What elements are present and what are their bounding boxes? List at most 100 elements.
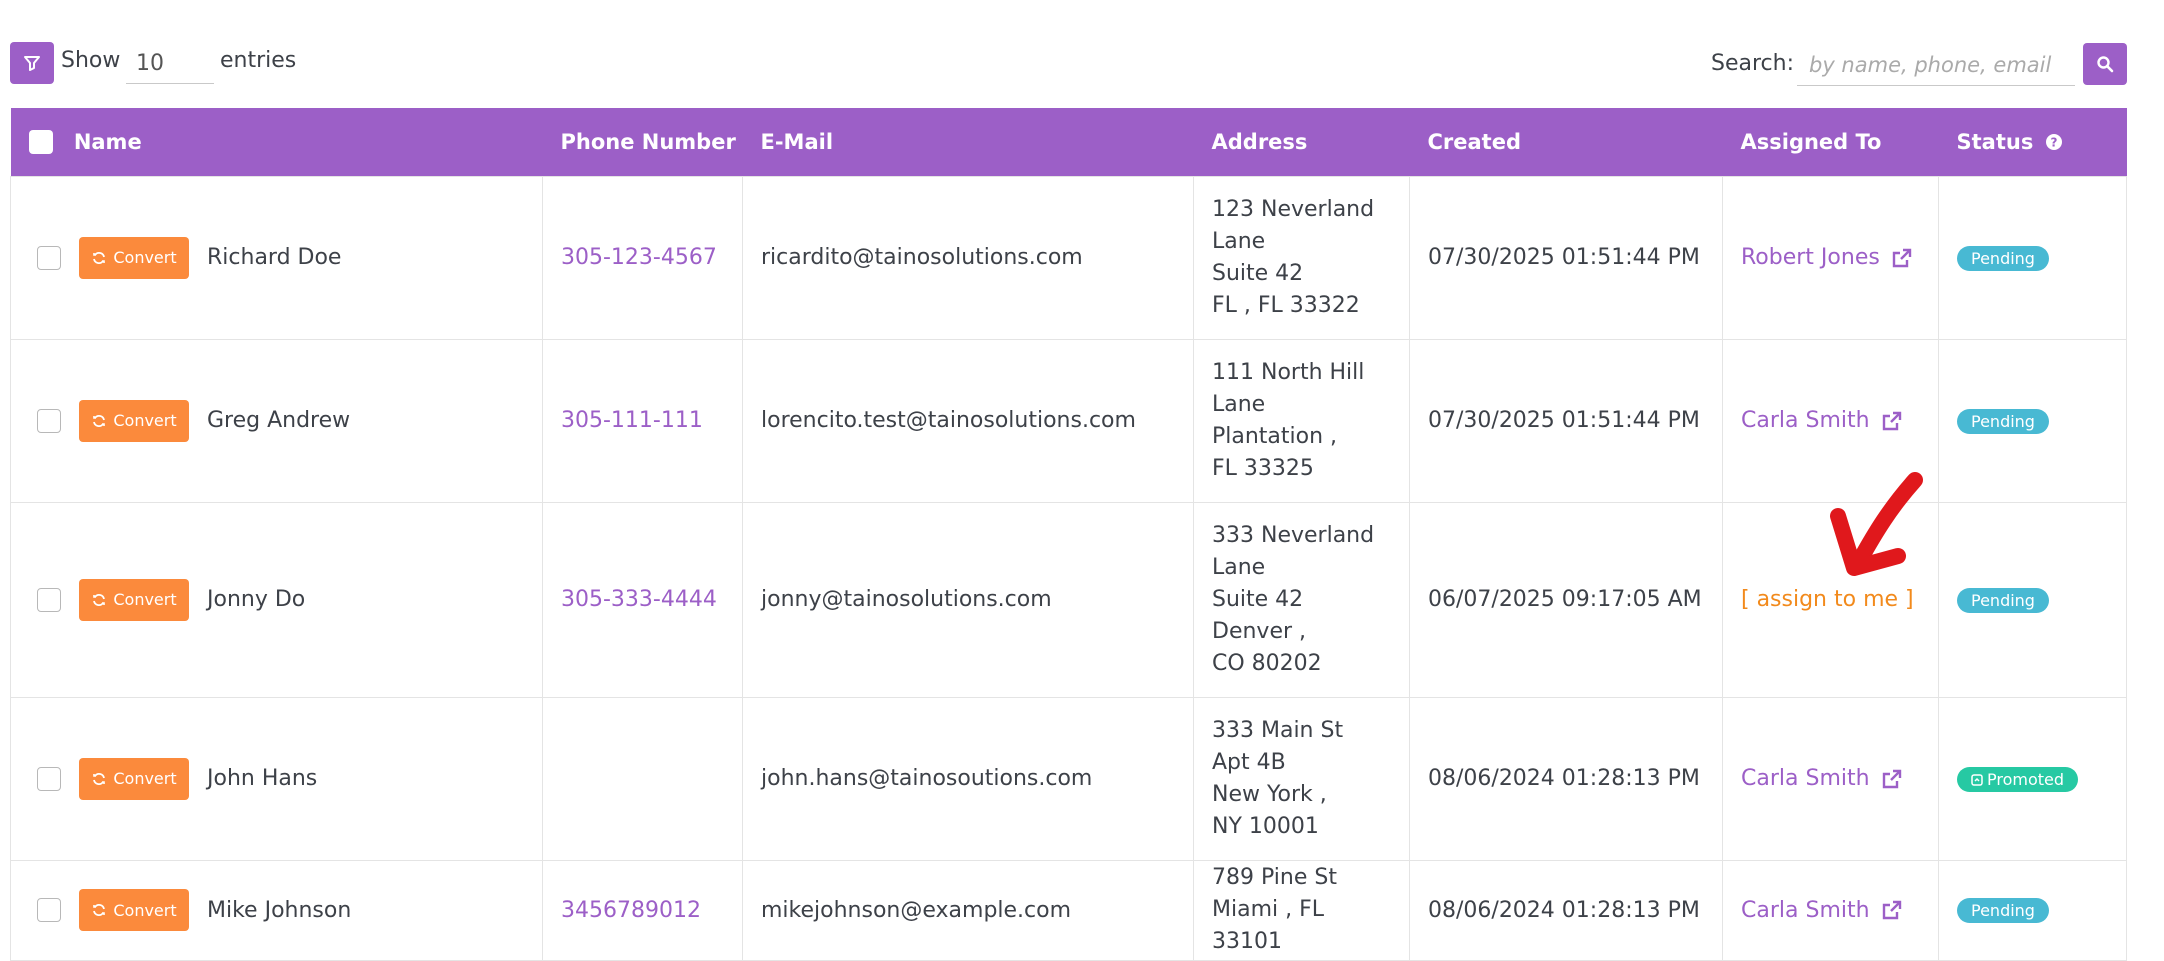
phone-cell: 3456789012 [542, 859, 743, 961]
entries-label: entries [220, 48, 297, 73]
status-badge: Pending [1957, 898, 2049, 923]
created-date: 08/06/2024 01:28:13 PM [1428, 897, 1700, 923]
convert-button[interactable]: Convert [79, 757, 189, 800]
phone-cell: 305-111-111 [542, 338, 743, 503]
status-text: Pending [1971, 901, 2035, 920]
address-line: FL , FL 33322 [1212, 292, 1360, 318]
status-badge: Promoted [1957, 766, 2079, 792]
created-date: 06/07/2025 09:17:05 AM [1428, 587, 1702, 612]
email-cell: ricardito@tainosolutions.com [742, 175, 1194, 340]
created-cell: 08/06/2024 01:28:13 PM [1409, 859, 1723, 961]
filter-button[interactable] [10, 42, 54, 84]
column-header-assigned-to[interactable]: Assigned To [1723, 108, 1939, 176]
row-checkbox[interactable] [37, 245, 61, 270]
entries-per-page-input[interactable] [126, 44, 214, 84]
row-checkbox[interactable] [37, 766, 61, 791]
assign-to-me-link[interactable]: [ assign to me ] [1741, 587, 1914, 612]
address-line: 123 Neverland [1212, 196, 1375, 222]
address-line: Suite 42 [1212, 586, 1304, 612]
row-checkbox[interactable] [37, 587, 61, 612]
name-cell: Convert Greg Andrew [10, 338, 543, 503]
convert-button[interactable]: Convert [79, 578, 189, 621]
status-text: Pending [1971, 248, 2035, 268]
address-line: NY 10001 [1212, 813, 1319, 839]
phone-link[interactable]: 305-111-111 [561, 408, 703, 433]
assigned-user-name: Robert Jones [1741, 245, 1880, 270]
external-link-icon[interactable] [1880, 767, 1904, 791]
convert-label: Convert [113, 590, 177, 609]
phone-cell [542, 696, 743, 861]
select-all-checkbox[interactable] [28, 130, 53, 155]
phone-link[interactable]: 3456789012 [561, 898, 701, 923]
convert-button[interactable]: Convert [79, 889, 189, 931]
name-cell: Convert Jonny Do [10, 501, 543, 698]
search-button[interactable] [2083, 43, 2127, 85]
convert-button[interactable]: Convert [79, 236, 189, 279]
table-toolbar: Show entries Search: [0, 0, 2164, 108]
address-line: FL 33325 [1212, 455, 1314, 481]
created-cell: 08/06/2024 01:28:13 PM [1409, 696, 1723, 861]
address-line: Lane [1212, 228, 1266, 254]
red-arrow-annotation [1830, 472, 1923, 576]
created-cell: 07/30/2025 01:51:44 PM [1409, 175, 1723, 340]
assigned-user-link[interactable]: Robert Jones [1741, 245, 1914, 270]
email-cell: lorencito.test@tainosolutions.com [742, 338, 1194, 503]
email-text: jonny@tainosolutions.com [761, 587, 1052, 612]
status-badge: Pending [1957, 245, 2049, 271]
address-line: 111 North Hill [1212, 359, 1365, 385]
table-row[interactable]: Convert Greg Andrew 305-111-111 lorencito.t… [10, 338, 2127, 503]
promoted-icon [1971, 773, 1983, 786]
name-cell: Convert Mike Johnson [10, 859, 543, 961]
column-header-address[interactable]: Address [1194, 108, 1410, 176]
assigned-user-name: Carla Smith [1741, 766, 1870, 791]
assigned-user-link[interactable]: Carla Smith [1741, 408, 1904, 433]
convert-icon [93, 251, 106, 264]
email-text: john.hans@tainosoutions.com [761, 766, 1093, 791]
email-text: ricardito@tainosolutions.com [761, 245, 1083, 270]
external-link-icon[interactable] [1880, 898, 1904, 922]
address-line: 333 Neverland [1212, 522, 1375, 548]
row-checkbox[interactable] [37, 898, 61, 922]
phone-link[interactable]: 305-333-4444 [561, 587, 717, 612]
lead-name: Mike Johnson [207, 897, 352, 923]
name-cell: Convert Richard Doe [10, 175, 543, 340]
created-date: 07/30/2025 01:51:44 PM [1428, 245, 1700, 270]
assigned-cell: Robert Jones [1722, 175, 1939, 340]
status-text: Promoted [1987, 769, 2065, 789]
table-row[interactable]: Convert John Hans john.hans@tainosoutions.… [10, 696, 2127, 861]
external-link-icon[interactable] [1890, 246, 1914, 270]
assigned-user-link[interactable]: Carla Smith [1741, 766, 1904, 791]
column-header-email[interactable]: E-Mail [743, 108, 1194, 176]
leads-table: Name Phone Number E-Mail Address Created… [10, 108, 2127, 961]
assigned-cell: Carla Smith [1722, 696, 1939, 861]
column-header-name[interactable]: Name [11, 108, 543, 176]
svg-text:?: ? [2050, 135, 2057, 149]
help-icon[interactable]: ? [2045, 133, 2063, 151]
search-input[interactable] [1797, 44, 2075, 86]
external-link-icon[interactable] [1880, 409, 1904, 433]
email-cell: mikejohnson@example.com [742, 859, 1194, 961]
lead-name: Jonny Do [207, 587, 306, 612]
convert-label: Convert [113, 769, 177, 788]
address-line: Miami , FL 33101 [1212, 897, 1325, 954]
table-row[interactable]: Convert Jonny Do 305-333-4444 jonny@tainoso… [10, 501, 2127, 698]
convert-button[interactable]: Convert [79, 399, 189, 442]
status-text: Pending [1971, 590, 2035, 610]
column-header-name-label: Name [73, 130, 142, 155]
row-checkbox[interactable] [37, 408, 61, 433]
email-text: mikejohnson@example.com [761, 897, 1072, 923]
phone-cell: 305-123-4567 [542, 175, 743, 340]
table-row[interactable]: Convert Mike Johnson 3456789012 mikejohnson… [10, 859, 2127, 961]
assigned-user-link[interactable]: Carla Smith [1741, 898, 1904, 923]
table-row[interactable]: Convert Richard Doe 305-123-4567 ricardito@… [10, 175, 2127, 340]
convert-icon [93, 772, 106, 785]
phone-link[interactable]: 305-123-4567 [561, 245, 717, 270]
assigned-cell: Carla Smith [1722, 859, 1939, 961]
convert-icon [93, 414, 106, 427]
created-cell: 06/07/2025 09:17:05 AM [1409, 501, 1723, 698]
column-header-created[interactable]: Created [1410, 108, 1723, 176]
column-header-status[interactable]: Status ? [1939, 108, 2127, 176]
address-line: 333 Main St [1212, 717, 1344, 743]
convert-icon [93, 593, 106, 606]
column-header-phone[interactable]: Phone Number [543, 108, 743, 176]
